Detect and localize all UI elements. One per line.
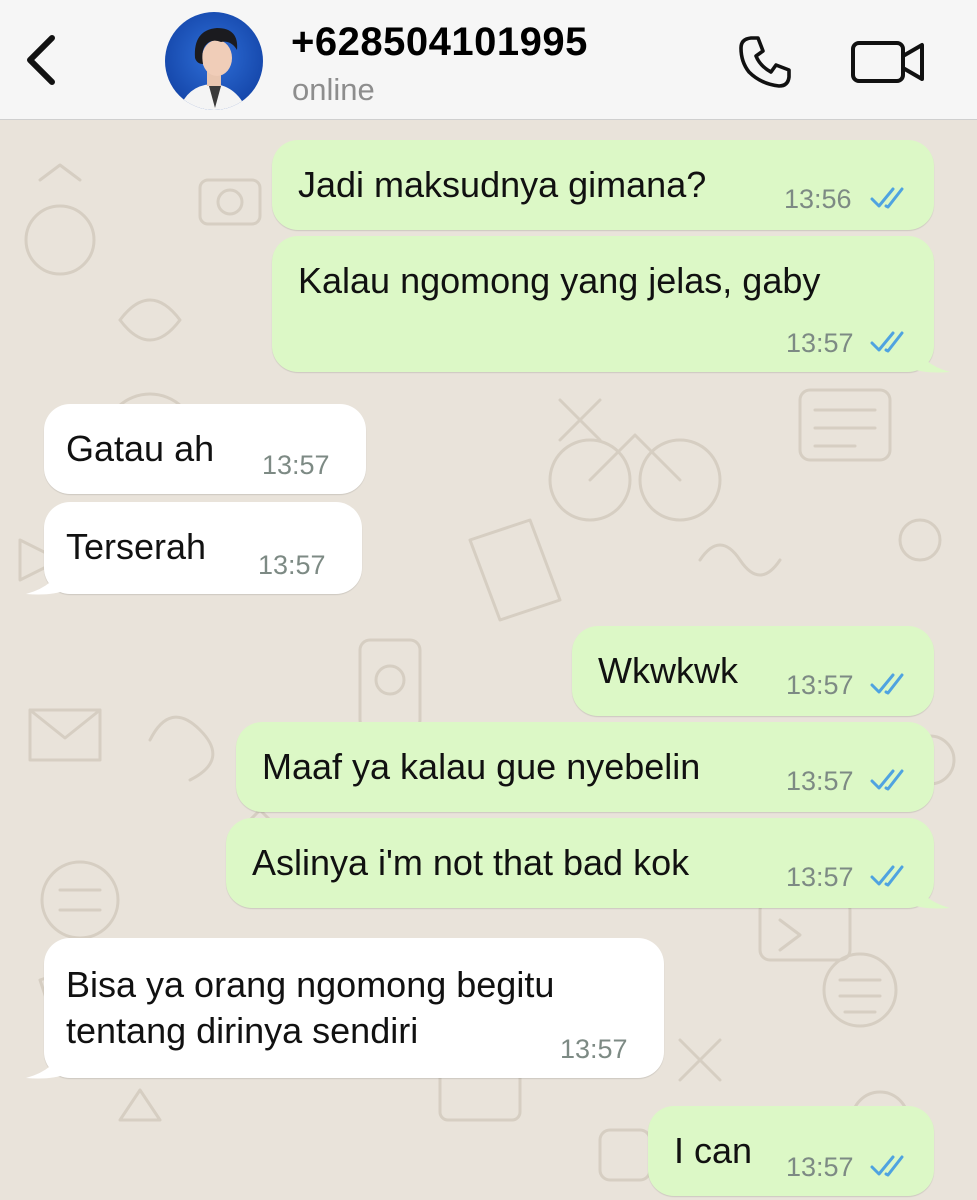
- message-time: 13:57: [786, 1152, 854, 1182]
- message-bubble-outgoing[interactable]: Kalau ngomong yang jelas, gaby 13:57: [272, 236, 934, 372]
- message-text: Bisa ya orang ngomong begitu tentang dir…: [66, 964, 555, 1051]
- message-text: Aslinya i'm not that bad kok: [252, 842, 690, 883]
- message-time: 13:57: [258, 550, 326, 580]
- chevron-left-icon: [27, 35, 55, 85]
- message-time: 13:56: [784, 184, 852, 214]
- bubble-tail: [26, 560, 66, 595]
- chat-header: +628504101995 online: [0, 0, 977, 120]
- contact-avatar[interactable]: [165, 12, 263, 110]
- bubble-tail: [910, 338, 950, 373]
- message-bubble-outgoing[interactable]: Jadi maksudnya gimana? 13:56: [272, 140, 934, 230]
- message-bubble-incoming[interactable]: Bisa ya orang ngomong begitu tentang dir…: [44, 938, 664, 1078]
- message-text: Jadi maksudnya gimana?: [298, 164, 707, 205]
- message-text: Terserah: [66, 526, 207, 567]
- chat-area[interactable]: Jadi maksudnya gimana? 13:56 Kalau ngomo…: [0, 120, 977, 1200]
- video-camera-icon: [851, 41, 924, 83]
- back-button[interactable]: [18, 30, 68, 90]
- message-time: 13:57: [786, 328, 854, 358]
- contact-status: online: [292, 72, 375, 107]
- read-ticks-icon: [870, 331, 904, 353]
- message-text: Wkwkwk: [598, 650, 738, 691]
- message-bubble-outgoing[interactable]: Wkwkwk 13:57: [572, 626, 934, 716]
- bubble-tail: [910, 874, 950, 909]
- message-bubble-outgoing[interactable]: I can 13:57: [648, 1106, 934, 1196]
- message-text: Kalau ngomong yang jelas, gaby: [298, 260, 821, 301]
- phone-icon: [739, 36, 791, 88]
- message-text: I can: [674, 1130, 753, 1171]
- read-ticks-icon: [870, 187, 904, 209]
- bubble-tail: [26, 1044, 66, 1079]
- video-call-button[interactable]: [850, 38, 926, 86]
- voice-call-button[interactable]: [735, 32, 795, 92]
- message-time: 13:57: [786, 862, 854, 892]
- read-ticks-icon: [870, 865, 904, 887]
- message-time: 13:57: [560, 1034, 628, 1064]
- message-bubble-outgoing[interactable]: Maaf ya kalau gue nyebelin 13:57: [236, 722, 934, 812]
- message-text: Maaf ya kalau gue nyebelin: [262, 746, 701, 787]
- contact-name[interactable]: +628504101995: [291, 20, 588, 65]
- read-ticks-icon: [870, 1155, 904, 1177]
- message-time: 13:57: [786, 766, 854, 796]
- read-ticks-icon: [870, 769, 904, 791]
- message-time: 13:57: [786, 670, 854, 700]
- read-ticks-icon: [870, 673, 904, 695]
- message-bubble-outgoing[interactable]: Aslinya i'm not that bad kok 13:57: [226, 818, 934, 908]
- message-bubble-incoming[interactable]: Terserah 13:57: [44, 502, 362, 594]
- message-time: 13:57: [262, 450, 330, 480]
- message-text: Gatau ah: [66, 428, 215, 469]
- message-bubble-incoming[interactable]: Gatau ah 13:57: [44, 404, 366, 494]
